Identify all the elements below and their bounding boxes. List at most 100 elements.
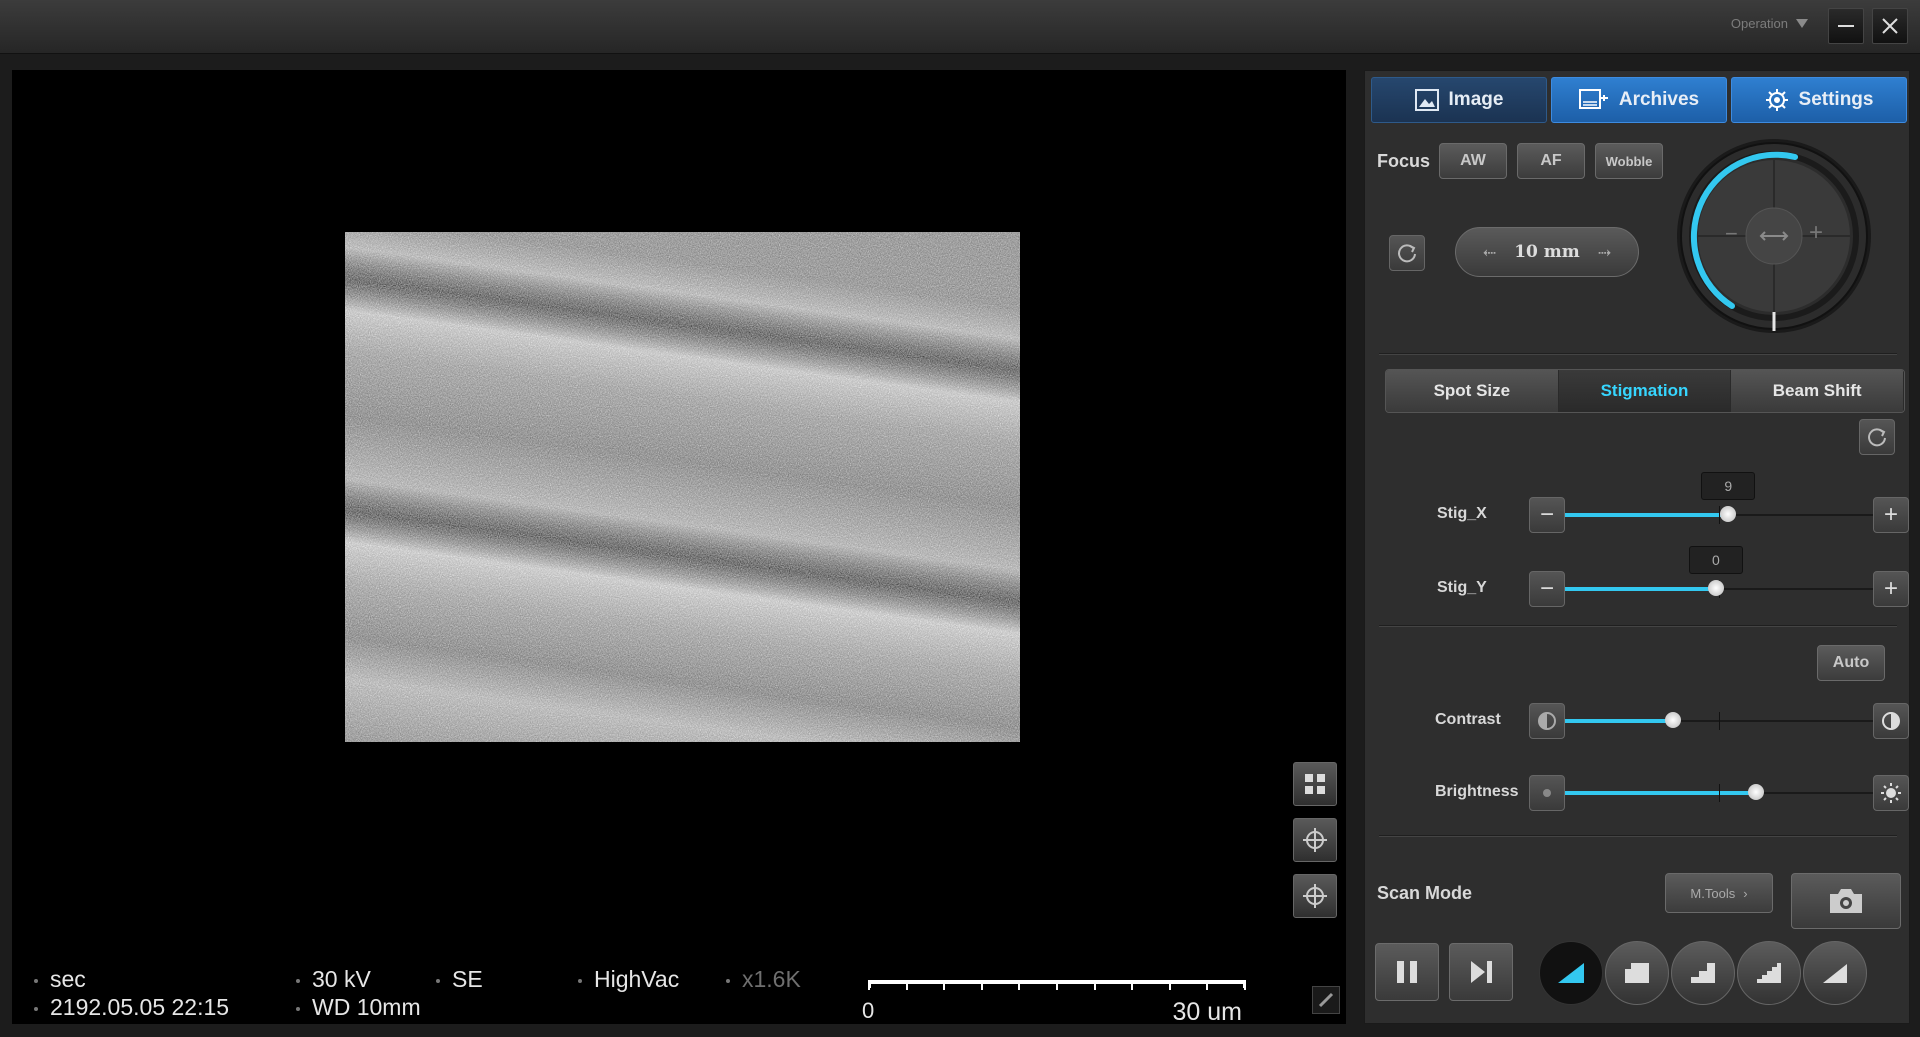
focus-knob[interactable]: − +: [1675, 137, 1873, 335]
scale-zero-label: 0: [862, 998, 875, 1023]
stig-x-fill: [1565, 513, 1729, 517]
scan-speed-2-icon: [1625, 963, 1649, 983]
brightness-slider[interactable]: [1529, 775, 1909, 811]
tab-settings[interactable]: Settings: [1731, 77, 1907, 123]
grid-view-button[interactable]: [1293, 762, 1337, 806]
operation-menu-label: Operation: [1730, 16, 1788, 31]
contrast-fill: [1565, 719, 1673, 723]
stig-x-label: Stig_X: [1437, 505, 1487, 522]
chevron-down-icon: [1796, 19, 1808, 28]
scale-bar: 0 30 um: [858, 974, 1248, 1026]
arrow-right-icon: ⇢: [1597, 242, 1612, 262]
pencil-icon: [1318, 992, 1334, 1008]
stig-y-decrease-button[interactable]: −: [1529, 571, 1565, 607]
scan-speed-3-button[interactable]: [1671, 941, 1735, 1005]
signal-mode: sec: [34, 966, 86, 993]
arrow-left-icon: ⇠: [1482, 242, 1497, 262]
scan-speed-4-button[interactable]: [1737, 941, 1801, 1005]
scan-speed-3-icon: [1691, 963, 1715, 983]
focus-reset-button[interactable]: [1389, 235, 1425, 271]
scale-label: 30 um: [1172, 998, 1242, 1026]
stig-x-slider[interactable]: − 9 +: [1529, 472, 1909, 533]
contrast-slider[interactable]: [1529, 703, 1909, 739]
sem-viewer[interactable]: sec 2192.05.05 22:15 30 kV WD 10mm SE Hi…: [12, 70, 1346, 1026]
divider: [1379, 835, 1897, 837]
auto-button[interactable]: Auto: [1817, 645, 1885, 681]
scan-speed-2-button[interactable]: [1605, 941, 1669, 1005]
stig-x-decrease-button[interactable]: −: [1529, 497, 1565, 533]
wobble-button[interactable]: Wobble: [1595, 143, 1663, 179]
grid-icon: [1305, 774, 1325, 794]
stig-x-thumb[interactable]: [1720, 506, 1737, 522]
archives-icon: [1578, 89, 1608, 109]
detector: SE: [436, 966, 483, 993]
control-panel: Image Archives Settings Focus AW AF Wobb…: [1364, 70, 1910, 1024]
contrast-increase-button[interactable]: [1873, 703, 1909, 739]
contrast-thumb[interactable]: [1664, 712, 1681, 728]
scan-speed-4-icon: [1757, 963, 1781, 983]
step-forward-button[interactable]: [1449, 943, 1513, 1001]
tab-stigmation[interactable]: Stigmation: [1558, 370, 1732, 412]
focus-label: Focus: [1377, 151, 1431, 171]
camera-icon: [1830, 889, 1862, 913]
scan-speed-5-icon: [1823, 964, 1847, 983]
target-button[interactable]: [1293, 874, 1337, 918]
image-icon: [1414, 89, 1439, 111]
scan-speed-1-button[interactable]: [1539, 941, 1603, 1005]
chevron-right-icon: ›: [1743, 885, 1748, 901]
annotate-button[interactable]: [1312, 986, 1340, 1014]
step-forward-icon: [1471, 961, 1492, 983]
tab-spot-size[interactable]: Spot Size: [1386, 370, 1559, 412]
working-distance: WD 10mm: [296, 994, 421, 1021]
brightness-fill: [1565, 791, 1756, 795]
stig-y-increase-button[interactable]: +: [1873, 571, 1909, 607]
crosshair-icon: [1303, 884, 1327, 908]
aw-button[interactable]: AW: [1439, 143, 1507, 179]
m-tools-button[interactable]: M.Tools ›: [1665, 873, 1773, 913]
sem-micrograph[interactable]: [345, 232, 1020, 742]
divider: [1379, 353, 1897, 355]
working-distance-display[interactable]: ⇠ 10 mm ⇢: [1455, 227, 1639, 277]
contrast-label: Contrast: [1435, 711, 1501, 728]
tab-archives[interactable]: Archives: [1551, 77, 1727, 123]
center-point-button[interactable]: [1293, 818, 1337, 862]
stig-y-slider[interactable]: − 0 +: [1529, 546, 1909, 607]
status-bar: sec 2192.05.05 22:15 30 kV WD 10mm SE Hi…: [12, 966, 1346, 1026]
stig-y-thumb[interactable]: [1707, 580, 1724, 596]
voltage: 30 kV: [296, 966, 371, 993]
crosshair-icon: [1303, 828, 1327, 852]
brightness-thumb[interactable]: [1747, 784, 1764, 800]
tab-image[interactable]: Image: [1371, 77, 1547, 123]
gear-icon: [1765, 89, 1788, 111]
stigmation-reset-button[interactable]: [1859, 419, 1895, 455]
minimize-button[interactable]: [1828, 8, 1864, 44]
scan-speed-5-button[interactable]: [1803, 941, 1867, 1005]
brightness-decrease-button[interactable]: [1529, 775, 1565, 811]
panel-tabs: Image Archives Settings: [1371, 77, 1907, 123]
contrast-icon: [1538, 712, 1556, 730]
brightness-increase-button[interactable]: [1873, 775, 1909, 811]
divider: [1379, 625, 1897, 627]
brightness-label: Brightness: [1435, 783, 1519, 800]
scan-speed-1-icon: [1558, 963, 1584, 983]
af-button[interactable]: AF: [1517, 143, 1585, 179]
stig-y-fill: [1565, 587, 1716, 591]
brightness-low-icon: [1543, 789, 1551, 797]
close-button[interactable]: [1872, 8, 1908, 44]
tab-beam-shift[interactable]: Beam Shift: [1731, 370, 1904, 412]
datetime: 2192.05.05 22:15: [34, 994, 229, 1021]
knob-plus-label: +: [1809, 219, 1824, 246]
contrast-decrease-button[interactable]: [1529, 703, 1565, 739]
stig-x-increase-button[interactable]: +: [1873, 497, 1909, 533]
pause-icon: [1397, 961, 1417, 983]
vacuum-mode: HighVac: [578, 966, 679, 993]
stig-x-value: 9: [1701, 472, 1756, 500]
magnification: x1.6K: [726, 966, 801, 993]
contrast-icon: [1882, 712, 1900, 730]
refresh-icon: [1868, 428, 1886, 447]
stig-y-value: 0: [1688, 546, 1743, 574]
capture-button[interactable]: [1791, 873, 1901, 929]
stig-y-label: Stig_Y: [1437, 579, 1487, 596]
operation-menu[interactable]: Operation: [1731, 16, 1808, 31]
pause-button[interactable]: [1375, 943, 1439, 1001]
